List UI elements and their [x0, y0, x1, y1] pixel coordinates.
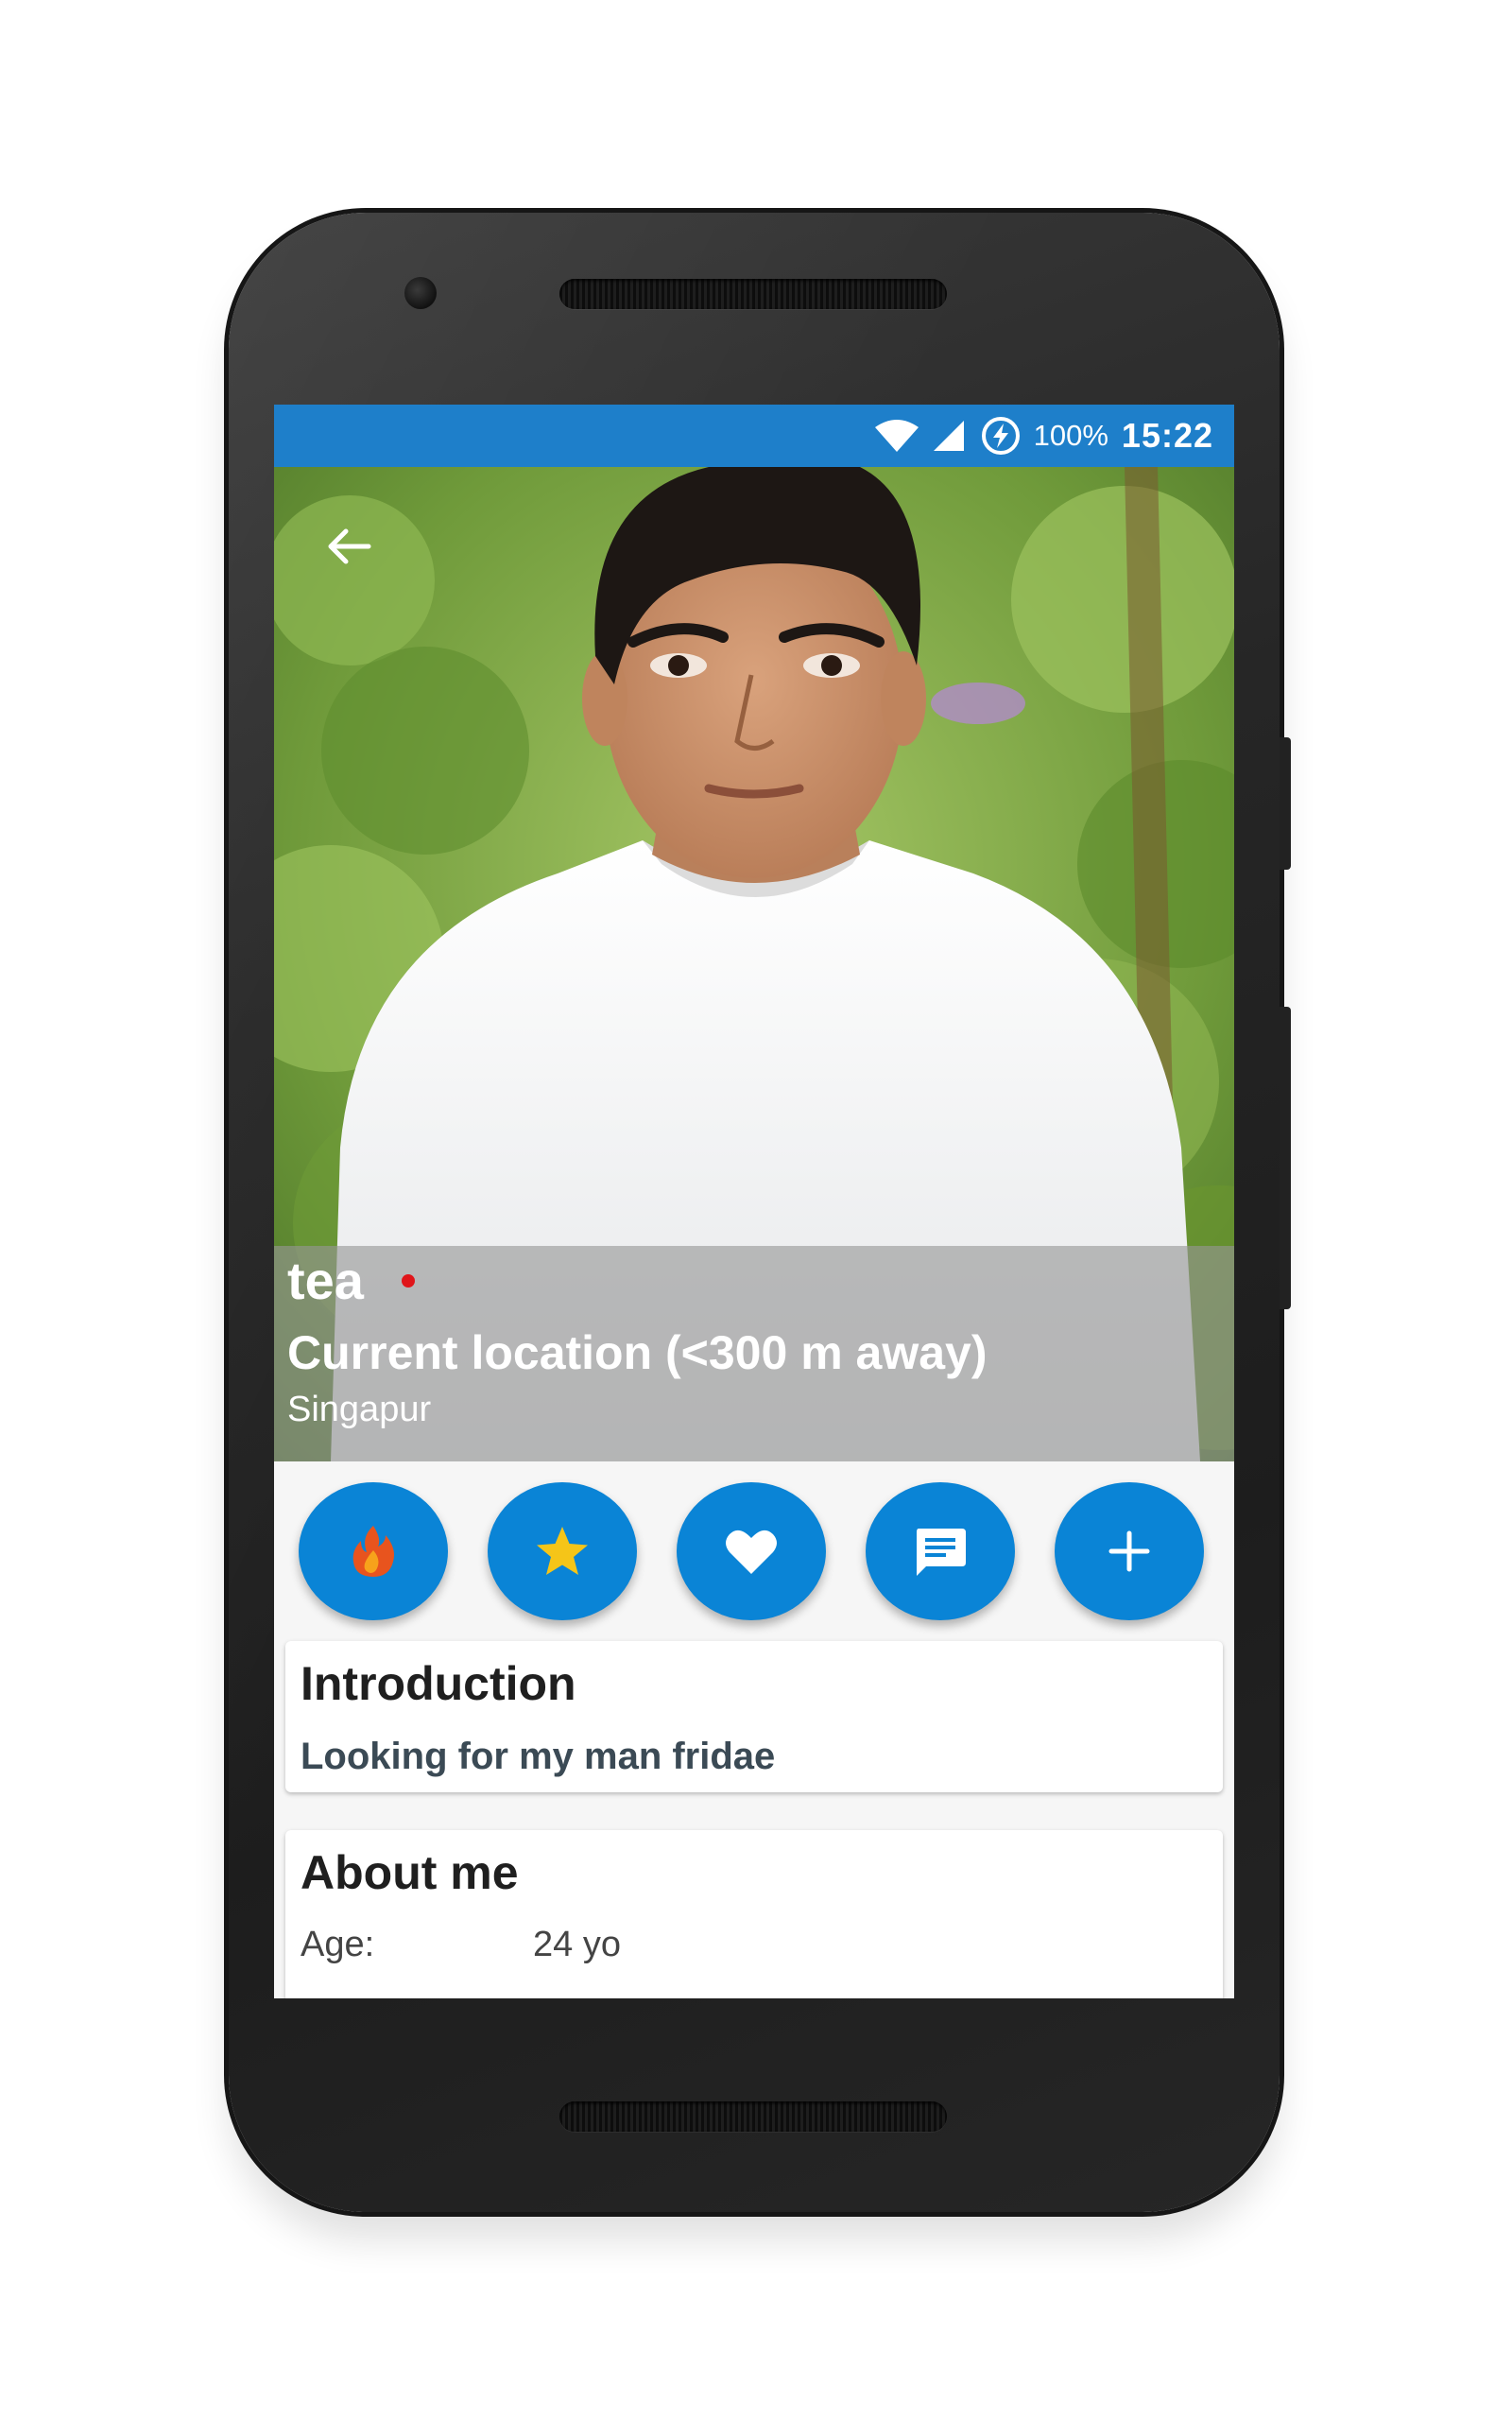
wifi-icon: [874, 420, 919, 452]
online-status-dot: [402, 1274, 415, 1288]
clock: 15:22: [1121, 416, 1213, 455]
profile-info-overlay: tea Current location (<300 m away) Singa…: [274, 1246, 1234, 1461]
app-screen: 100% 15:22 tea Current location (<300 m …: [274, 405, 1234, 1998]
front-camera: [404, 277, 437, 309]
back-arrow-icon[interactable]: [321, 520, 374, 573]
plus-icon: [1108, 1530, 1150, 1572]
like-button[interactable]: [677, 1482, 826, 1620]
profile-name: tea: [287, 1251, 364, 1310]
volume-button: [1280, 1007, 1291, 1309]
stage: 100% 15:22 tea Current location (<300 m …: [0, 0, 1512, 2420]
about-card: About me Age: 24 yo: [285, 1830, 1223, 1998]
profile-city: Singapur: [287, 1390, 432, 1429]
message-button[interactable]: [866, 1482, 1015, 1620]
profile-photo[interactable]: tea Current location (<300 m away) Singa…: [274, 467, 1234, 1461]
age-value: 24 yo: [533, 1925, 621, 1964]
action-bar: [274, 1461, 1234, 1632]
battery-charging-icon: [981, 417, 1020, 455]
signal-icon: [933, 421, 964, 451]
status-bar: 100% 15:22: [274, 405, 1234, 467]
chat-icon: [917, 1529, 966, 1576]
introduction-text: Looking for my man fridae: [301, 1736, 776, 1777]
star-icon: [537, 1527, 588, 1575]
bottom-speaker: [559, 2101, 947, 2132]
top-speaker: [559, 279, 947, 309]
favorite-button[interactable]: [488, 1482, 637, 1620]
flame-button[interactable]: [299, 1482, 448, 1620]
battery-percentage: 100%: [1033, 419, 1108, 452]
introduction-card: Introduction Looking for my man fridae: [285, 1641, 1223, 1792]
flame-icon: [352, 1526, 394, 1577]
power-button: [1280, 737, 1291, 870]
profile-location: Current location (<300 m away): [287, 1326, 988, 1379]
introduction-title: Introduction: [301, 1657, 576, 1710]
more-button[interactable]: [1055, 1482, 1204, 1620]
age-label: Age:: [301, 1925, 375, 1964]
about-title: About me: [301, 1846, 519, 1899]
heart-icon: [726, 1530, 777, 1574]
